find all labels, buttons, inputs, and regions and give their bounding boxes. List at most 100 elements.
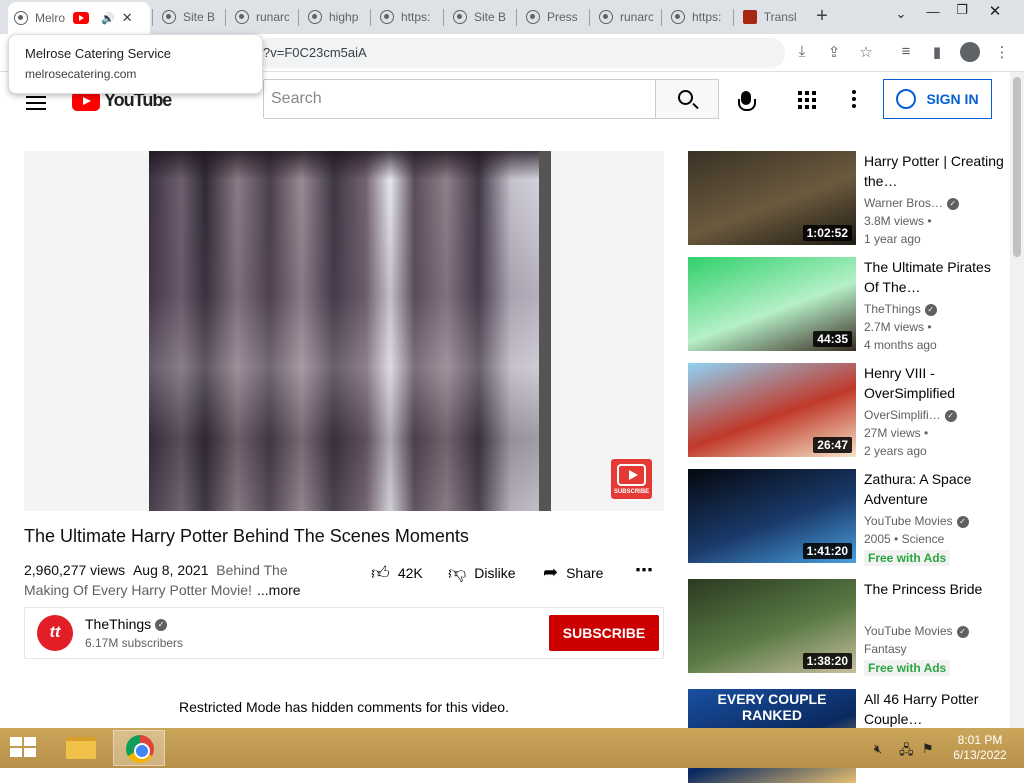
network-icon[interactable]: 🖧︎ (899, 741, 914, 763)
video-description[interactable]: 2,960,277 views Aug 8, 2021 Behind The M… (24, 560, 324, 600)
tab-https-2[interactable]: https: (665, 4, 731, 30)
comments-restricted-notice: Restricted Mode has hidden comments for … (179, 699, 509, 715)
tab-press[interactable]: Press (520, 4, 586, 30)
thumbnail-caption: EVERY COUPLE RANKED (717, 691, 827, 723)
dislike-button[interactable]: 👎︎ Dislike (448, 562, 516, 584)
channel-avatar[interactable]: tt (37, 615, 73, 651)
tab-search-icon[interactable]: ⌄ (886, 6, 916, 22)
globe-icon (14, 11, 28, 25)
video-thumbnail[interactable]: 26:47 (688, 363, 856, 457)
menu-icon[interactable] (26, 96, 46, 110)
related-channel-row[interactable]: OverSimplifi… ✓ (864, 408, 957, 422)
related-upload-age: 4 months ago (864, 338, 937, 352)
related-video-item[interactable]: 26:47 Henry VIII - OverSimplified OverSimp… (688, 363, 1008, 458)
video-thumbnail[interactable]: 1:02:52 (688, 151, 856, 245)
channel-bar: tt TheThings ✓ 6.17M subscribers SUBSCRIB… (24, 607, 664, 659)
scrollbar-thumb[interactable] (1013, 77, 1021, 257)
related-video-title[interactable]: All 46 Harry Potter Couple… (864, 689, 1004, 729)
action-center-flag-icon[interactable]: ⚑ (922, 741, 934, 757)
related-metadata: 2.7M views • (864, 320, 932, 334)
address-bar[interactable]: ?v=F0C23cm5aiA (255, 38, 785, 68)
settings-more-icon[interactable] (852, 90, 856, 108)
video-duration: 26:47 (813, 437, 852, 453)
globe-icon (453, 10, 467, 24)
tab-translate[interactable]: Transl (737, 4, 803, 30)
microphone-icon[interactable] (738, 91, 756, 111)
globe-icon (162, 10, 176, 24)
tab-highp[interactable]: highp (302, 4, 368, 30)
tab-https[interactable]: https: (374, 4, 440, 30)
system-clock[interactable]: 8:01 PM 6/13/2022 (940, 733, 1020, 763)
globe-icon (599, 10, 613, 24)
apps-grid-icon[interactable] (798, 91, 816, 109)
subscribe-watermark[interactable]: SUBSCRIBE (611, 459, 652, 499)
tab-label: https: (401, 10, 431, 24)
video-duration: 1:38:20 (802, 653, 852, 669)
more-actions-icon[interactable]: ⋯ (635, 560, 653, 581)
page-scrollbar[interactable] (1010, 72, 1024, 728)
video-thumbnail[interactable]: 44:35 (688, 257, 856, 351)
video-thumbnail[interactable]: 1:41:20 (688, 469, 856, 563)
audio-playing-icon[interactable]: 🔊 (101, 12, 115, 25)
video-thumbnail[interactable]: 1:38:20 (688, 579, 856, 673)
file-explorer-button[interactable] (54, 730, 106, 766)
search-button[interactable] (655, 79, 719, 119)
close-window-button[interactable]: ✕ (980, 2, 1010, 20)
tab-runarc-2[interactable]: runarc (593, 4, 659, 30)
youtube-favicon-icon (73, 12, 89, 24)
related-channel-row[interactable]: Warner Bros… ✓ (864, 196, 959, 210)
globe-icon (671, 10, 685, 24)
chrome-taskbar-button[interactable] (113, 730, 165, 766)
related-channel-name: Warner Bros… (864, 196, 943, 210)
related-video-title[interactable]: The Ultimate Pirates Of The… (864, 257, 1004, 297)
windows-start-button[interactable] (10, 737, 38, 759)
show-more-link[interactable]: ...more (255, 580, 301, 600)
related-video-title[interactable]: The Princess Bride (864, 579, 1004, 599)
restore-button[interactable]: ❐ (947, 2, 977, 18)
new-tab-button[interactable]: + (811, 6, 833, 28)
tab-label: Press (547, 10, 578, 24)
related-channel-row[interactable]: YouTube Movies ✓ (864, 514, 969, 528)
tab-runarc[interactable]: runarc (229, 4, 295, 30)
minimize-button[interactable]: — (918, 4, 948, 19)
tab-hover-card: Melrose Catering Service melrosecatering… (8, 34, 263, 94)
related-channel-row[interactable]: TheThings ✓ (864, 302, 937, 316)
chrome-icon (126, 735, 154, 763)
related-video-item[interactable]: 44:35 The Ultimate Pirates Of The… TheThin… (688, 257, 1008, 352)
subscribe-button[interactable]: SUBSCRIBE (549, 615, 659, 651)
bookmark-star-icon[interactable]: ☆ (856, 43, 876, 61)
tab-label: Site B (474, 10, 507, 24)
video-player[interactable]: SUBSCRIBE (24, 151, 664, 511)
watermark-label: SUBSCRIBE (613, 489, 650, 495)
like-button[interactable]: 👍︎ 42K (371, 562, 423, 584)
video-duration: 1:41:20 (802, 543, 852, 559)
channel-name-row[interactable]: TheThings ✓ (85, 616, 168, 632)
share-icon[interactable]: ⇪ (824, 43, 844, 61)
chrome-menu-icon[interactable]: ⋮ (992, 43, 1012, 61)
related-video-item[interactable]: 1:02:52 Harry Potter | Creating the… Warne… (688, 151, 1008, 246)
tab-melrose[interactable]: Melro 🔊 ✕ (8, 2, 150, 34)
related-metadata: 3.8M views • (864, 214, 932, 228)
tab-site-b-2[interactable]: Site B (447, 4, 513, 30)
related-video-title[interactable]: Harry Potter | Creating the… (864, 151, 1004, 191)
tab-label: runarc (620, 10, 653, 24)
side-panel-icon[interactable]: ▮ (927, 43, 947, 61)
video-frame (149, 151, 551, 511)
share-label: Share (566, 564, 604, 581)
related-video-item[interactable]: 1:41:20 Zathura: A Space Adventure YouTube… (688, 469, 1008, 566)
sign-in-button[interactable]: SIGN IN (883, 79, 992, 119)
tab-label: Melro (35, 11, 66, 25)
media-control-icon[interactable]: ≡ (896, 43, 916, 60)
tab-site-b[interactable]: Site B (156, 4, 222, 30)
globe-icon (526, 10, 540, 24)
related-video-item[interactable]: 1:38:20 The Princess Bride YouTube Movies ✓… (688, 579, 1008, 676)
related-video-title[interactable]: Henry VIII - OverSimplified (864, 363, 1004, 403)
search-input[interactable]: Search (263, 79, 656, 119)
share-button[interactable]: ➦ Share (543, 562, 603, 583)
install-icon[interactable]: ⤓ (792, 43, 812, 60)
close-tab-icon[interactable]: ✕ (122, 10, 133, 26)
related-channel-row[interactable]: YouTube Movies ✓ (864, 624, 969, 638)
profile-avatar-icon[interactable] (960, 42, 980, 62)
related-video-title[interactable]: Zathura: A Space Adventure (864, 469, 1004, 509)
volume-muted-icon[interactable]: 🔇︎ (874, 741, 882, 757)
